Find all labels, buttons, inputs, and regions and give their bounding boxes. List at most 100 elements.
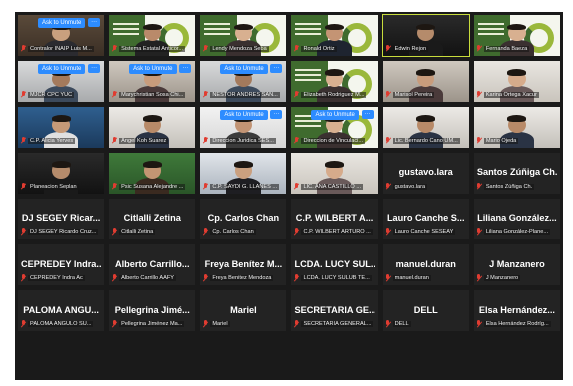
participant-tile[interactable]: Lauro Canche S... Lauro Canche SESEAY [381, 197, 470, 241]
participant-name: Lic. Bernardo Cano UM... [392, 137, 460, 144]
participant-tile[interactable]: Liliana González... Liliana González-Plan… [472, 197, 561, 241]
participant-display-name: Mariel [230, 304, 257, 315]
participant-display-name: C.P. WILBERT A... [295, 213, 374, 224]
participant-nameplate: Fernanda Baeza [476, 44, 556, 54]
participant-nameplate: Lendy Mendoza Seba [202, 44, 282, 54]
participant-tile[interactable]: Ask to Unmute ··· NESTOR ANDRES SAN... [199, 59, 288, 103]
ask-to-unmute-button[interactable]: Ask to Unmute [220, 109, 268, 120]
participant-nameplate: Liliana González-Plane... [476, 227, 556, 237]
participant-nameplate: gustavo.lara [385, 182, 465, 192]
participant-tile[interactable]: gustavo.lara gustavo.lara [381, 151, 470, 195]
participant-name: Contralor INAIP Luis M... [28, 45, 94, 52]
participant-nameplate: C.P. SAYDI G. LLANES ... [202, 182, 282, 192]
participant-tile[interactable]: manuel.duran manuel.duran [381, 243, 470, 287]
participant-tile[interactable]: Cp. Carlos Chan Cp. Carlos Chan [199, 197, 288, 241]
participant-tile[interactable]: Ask to Unmute ··· Direccion Juridica SES..… [199, 105, 288, 149]
participant-tile[interactable]: C.P. SAYDI G. LLANES ... [199, 151, 288, 195]
participant-tile[interactable]: DJ SEGEY Ricar... DJ SEGEY Ricardo Cruz..… [17, 197, 106, 241]
more-options-button[interactable]: ··· [88, 18, 101, 27]
participant-tile[interactable]: DELL DELL [381, 289, 470, 333]
participant-tile[interactable]: LIC. ANA CASTILLO ... [290, 151, 379, 195]
participant-tile[interactable]: Elsa Hernández... Elsa Hernández Rodríg..… [472, 289, 561, 333]
ask-to-unmute-button[interactable]: Ask to Unmute [38, 63, 86, 74]
participant-tile[interactable]: Mariel Mariel [199, 289, 288, 333]
participant-tile[interactable]: C.P. Alicia Yerves [17, 105, 106, 149]
participant-tile[interactable]: Lendy Mendoza Seba [199, 14, 288, 57]
participant-name: DELL [392, 321, 411, 328]
participant-nameplate: Mariel [202, 319, 282, 329]
participant-tile[interactable]: Edwin Rejon [381, 14, 470, 57]
participant-tile[interactable]: Angel Koh Suarez [108, 105, 197, 149]
participant-nameplate: Marisol Pereira [385, 90, 465, 100]
participant-tile[interactable]: Citlalli Zetina Citlalli Zetina [108, 197, 197, 241]
participant-name: Alberto Carrillo AAFY [119, 275, 177, 282]
participant-tile[interactable]: Elizabeth Rodriguez M... [290, 59, 379, 103]
participant-tile[interactable]: Lic. Bernardo Cano UM... [381, 105, 470, 149]
participant-display-name: manuel.duran [395, 259, 456, 270]
participant-display-name: Alberto Carrillo... [114, 259, 190, 270]
participant-tile[interactable]: Psic Susana Alejandre ... [108, 151, 197, 195]
participant-nameplate: MJCR CPC YUC [20, 90, 100, 100]
participant-tile[interactable]: Ask to Unmute ··· Direccion de Vinculaci..… [290, 105, 379, 149]
participant-display-name: gustavo.lara [398, 167, 453, 178]
participant-nameplate: Pellegrina Jiménez Ma... [111, 319, 191, 329]
participant-tile[interactable]: SECRETARIA GE... SECRETARIA GENERAL... [290, 289, 379, 333]
ask-to-unmute-button[interactable]: Ask to Unmute [220, 63, 268, 74]
participant-tile[interactable]: PALOMA ANGU... PALOMA ANGULO SU... [17, 289, 106, 333]
participant-tile[interactable]: Ask to Unmute ··· Marychristian Sosa Chi..… [108, 59, 197, 103]
participant-tile[interactable]: Marisol Pereira [381, 59, 470, 103]
participant-tile[interactable]: LCDA. LUCY SUL... LCDA. LUCY SULUB TE... [290, 243, 379, 287]
ask-to-unmute-button[interactable]: Ask to Unmute [129, 63, 177, 74]
more-options-button[interactable]: ··· [270, 63, 283, 73]
more-options-button[interactable]: ··· [361, 109, 374, 119]
participant-tile[interactable]: Freya Benítez M... Freya Benitez Mendoza [199, 243, 288, 287]
muted-mic-icon [476, 182, 482, 191]
muted-mic-icon [111, 182, 117, 191]
participant-tile[interactable]: Karina Ortega Xacur [472, 59, 561, 103]
participant-tile[interactable]: C.P. WILBERT A... C.P. WILBERT ARTURO ... [290, 197, 379, 241]
muted-mic-icon [111, 320, 117, 328]
participant-nameplate: Elsa Hernández Rodríg... [476, 319, 556, 329]
ask-to-unmute-button[interactable]: Ask to Unmute [311, 109, 359, 120]
participant-tile[interactable]: Ronald Ortiz [290, 14, 379, 57]
participant-name: Karina Ortega Xacur [483, 91, 539, 98]
ask-to-unmute-button[interactable]: Ask to Unmute [38, 18, 86, 28]
muted-mic-icon [111, 136, 117, 145]
muted-mic-icon [293, 320, 299, 328]
more-options-button[interactable]: ··· [270, 109, 283, 119]
participant-nameplate: Direccion Juridica SES... [202, 136, 282, 146]
participant-nameplate: Alberto Carrillo AAFY [111, 273, 191, 283]
muted-mic-icon [385, 136, 391, 145]
participant-name: Fernanda Baeza [483, 45, 530, 52]
participant-name: NESTOR ANDRES SAN... [210, 91, 280, 98]
participant-name: Planeacion Seplan [28, 183, 79, 190]
participant-tile[interactable]: Santos Zúñiga Ch. Santos Zúñiga Ch. [472, 151, 561, 195]
muted-mic-icon [20, 136, 26, 145]
participant-nameplate: Ronald Ortiz [293, 44, 373, 54]
participant-nameplate: DELL [385, 319, 465, 329]
participant-tile[interactable]: J Manzanero J Manzanero [472, 243, 561, 287]
participant-display-name: Citlalli Zetina [123, 213, 181, 224]
participant-tile[interactable]: Mario Ojeda [472, 105, 561, 149]
participant-name: CEPREDEY Indra Ac [28, 275, 85, 282]
participant-tile[interactable]: Ask to Unmute ··· MJCR CPC YUC [17, 59, 106, 103]
muted-mic-icon [20, 44, 26, 53]
participant-tile[interactable]: Alberto Carrillo... Alberto Carrillo AAFY [108, 243, 197, 287]
participant-nameplate: C.P. Alicia Yerves [20, 136, 100, 146]
participant-tile[interactable]: Pellegrina Jimé... Pellegrina Jiménez Ma.… [108, 289, 197, 333]
participant-name: Mario Ojeda [483, 137, 519, 144]
participant-tile[interactable]: Ask to Unmute ··· Contralor INAIP Luis M..… [17, 14, 106, 57]
participant-nameplate: Direccion de Vinculaci... [293, 136, 373, 146]
participant-nameplate: CEPREDEY Indra Ac [20, 273, 100, 283]
participant-tile[interactable]: Fernanda Baeza [472, 14, 561, 57]
participant-tile[interactable]: Planeacion Seplan [17, 151, 106, 195]
participant-tile[interactable]: Sistema Estatal Anticor... [108, 14, 197, 57]
participant-nameplate: manuel.duran [385, 273, 465, 283]
participant-display-name: LCDA. LUCY SUL... [294, 259, 375, 270]
participant-display-name: Lauro Canche S... [386, 213, 465, 224]
more-options-button[interactable]: ··· [88, 63, 101, 73]
participant-tile[interactable]: CEPREDEY Indra... CEPREDEY Indra Ac [17, 243, 106, 287]
participant-nameplate: Mario Ojeda [476, 136, 556, 146]
more-options-button[interactable]: ··· [179, 63, 192, 73]
participant-display-name: CEPREDEY Indra... [21, 259, 102, 270]
